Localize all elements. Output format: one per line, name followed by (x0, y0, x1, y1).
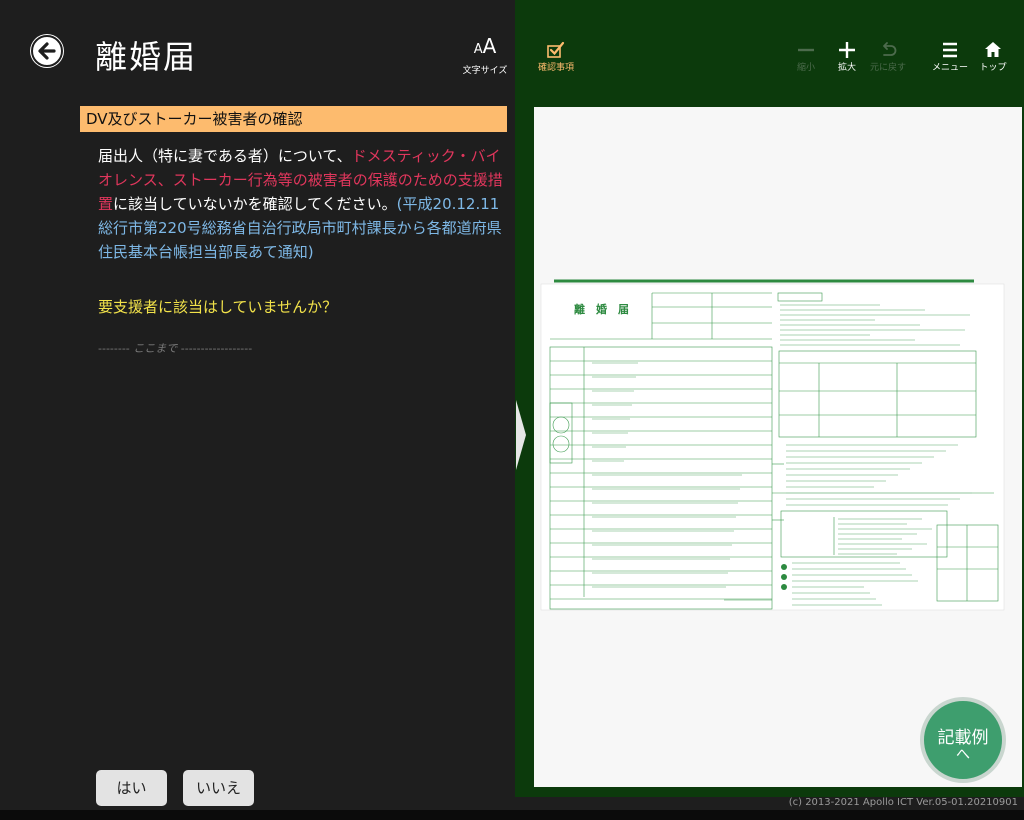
undo-icon (883, 42, 897, 56)
yes-button[interactable]: はい (96, 770, 167, 806)
bottom-strip (0, 810, 1024, 820)
question-panel: 離婚届 AA 文字サイズ DV及びストーカー被害者の確認 届出人（特に妻である者… (0, 0, 515, 820)
font-size-button[interactable]: AA 文字サイズ (460, 36, 510, 76)
no-button[interactable]: いいえ (183, 770, 254, 806)
example-button[interactable]: 記載例 へ (920, 697, 1006, 783)
font-size-label: 文字サイズ (462, 66, 508, 76)
chevron-up-icon: へ (956, 747, 970, 763)
plus-icon (839, 42, 855, 58)
zoom-out-button[interactable]: 縮小 (792, 38, 820, 73)
checkmark-icon (547, 41, 565, 58)
question-text: 要支援者に該当はしていませんか？ (98, 298, 338, 316)
back-arrow-icon (31, 35, 63, 67)
collapse-panel-tab[interactable] (515, 400, 527, 470)
description-text: 届出人（特に妻である者）について、ドメスティック・バイオレンス、ストーカー行為等… (98, 147, 503, 261)
example-button-label: 記載例 (937, 728, 989, 748)
version-info: (c) 2013-2021 Apollo ICT Ver.05-01.20210… (788, 797, 1018, 808)
undo-button[interactable]: 元に戻す (868, 38, 908, 73)
chevron-right-icon (516, 400, 526, 470)
zoom-in-button[interactable]: 拡大 (832, 38, 862, 73)
end-marker: -------- ここまで ------------------ (98, 342, 253, 355)
form-preview-panel: 確認事項 縮小 拡大 元に戻す メニュー トップ 離 婚 届 記載例 へ (515, 0, 1024, 797)
menu-icon (943, 42, 957, 58)
section-title: DV及びストーカー被害者の確認 (80, 106, 507, 132)
form-preview-page[interactable]: 離 婚 届 (534, 107, 1022, 787)
confirm-items-button[interactable]: 確認事項 (534, 38, 578, 73)
top-button[interactable]: トップ (979, 38, 1007, 73)
menu-button[interactable]: メニュー (932, 38, 968, 73)
page-title: 離婚届 (95, 38, 198, 76)
minus-icon (798, 48, 814, 52)
back-button[interactable] (30, 34, 64, 68)
form-title: 離 婚 届 (574, 302, 629, 316)
home-icon (985, 42, 1001, 57)
font-size-icon: AA (473, 34, 497, 58)
divorce-form-image: 離 婚 届 (540, 279, 1005, 611)
